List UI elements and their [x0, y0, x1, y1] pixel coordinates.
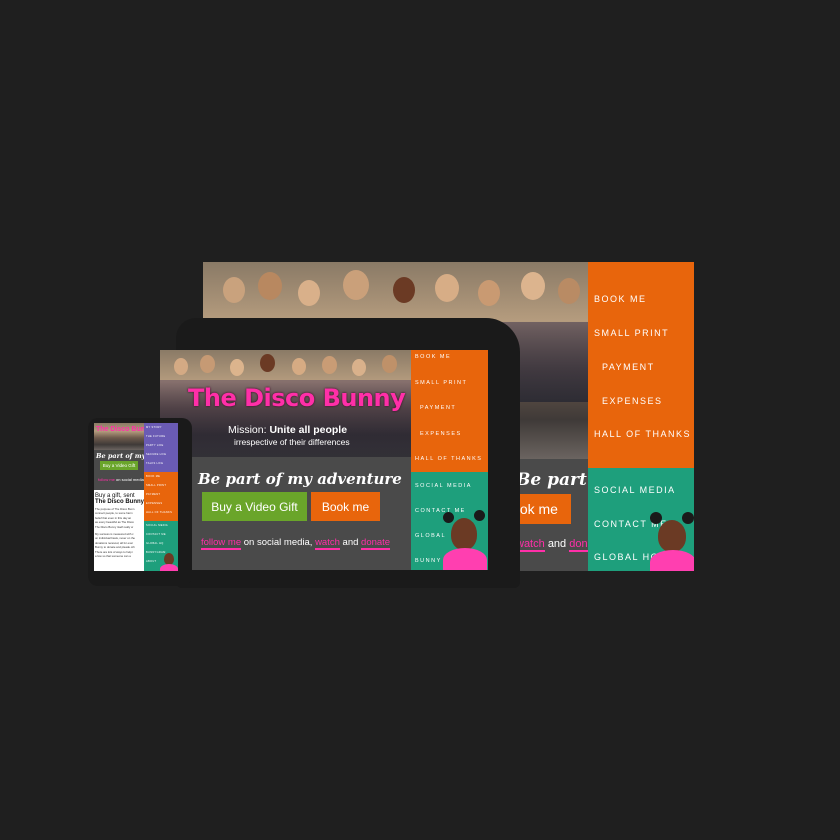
tablet-bunny-portrait — [441, 510, 488, 570]
desktop-menu-item-book-me[interactable]: BOOK ME — [594, 294, 647, 304]
mobile-menu-orange: BOOK ME SMALL PRINT PAYMENT EXPENSES HAL… — [144, 472, 178, 521]
mobile-menu-item[interactable]: HALL OF THANKS — [146, 511, 172, 514]
mobile-article-title-2: The Disco Bunny — [95, 499, 145, 505]
desktop-menu-item-payment[interactable]: PAYMENT — [602, 362, 655, 372]
mobile-menu-item[interactable]: TALKS LIFE — [146, 462, 163, 465]
mobile-menu-item[interactable]: BOOK ME — [146, 475, 160, 478]
mobile-menu-item[interactable]: EXPENSES — [146, 502, 162, 505]
tablet-headline: Be part of my adventure — [198, 470, 402, 488]
tablet-follow-me-link[interactable]: follow me — [201, 537, 242, 550]
tablet-menu-item-expenses[interactable]: EXPENSES — [420, 431, 462, 437]
tablet-video-gift-button[interactable]: Buy a Video Gift — [202, 492, 307, 521]
tablet-screen: The Disco Bunny Mission: Unite all peopl… — [160, 350, 488, 570]
desktop-menu-orange: BOOK ME SMALL PRINT PAYMENT EXPENSES HAL… — [588, 262, 694, 468]
mobile-article: Buy a gift, sent The Disco Bunny The pur… — [95, 493, 144, 571]
tablet-brand-logo: The Disco Bunny — [188, 384, 406, 412]
tablet-menu-item-hall-of-thanks[interactable]: HALL OF THANKS — [415, 456, 482, 462]
desktop-watch-link[interactable]: watch — [516, 538, 545, 552]
tablet-menu-orange: BOOK ME SMALL PRINT PAYMENT EXPENSES HAL… — [411, 350, 488, 472]
mobile-menu-item[interactable]: SECURE LIFE — [146, 453, 166, 456]
desktop-menu-green: SOCIAL MEDIA CONTACT ME GLOBAL HQ — [588, 468, 694, 571]
desktop-menu-item-hall-of-thanks[interactable]: HALL OF THANKS — [594, 429, 691, 439]
mobile-menu-item[interactable]: THE FUTURE — [146, 435, 165, 438]
tablet-book-me-label: Book me — [321, 499, 370, 514]
tablet-book-me-button[interactable]: Book me — [311, 492, 380, 521]
desktop-menu-item-expenses[interactable]: EXPENSES — [602, 396, 663, 406]
mobile-follow-links: follow me on social media, — [98, 477, 145, 482]
mobile-menu-item[interactable]: PARTY LIFE — [146, 444, 164, 447]
mobile-menu-item[interactable]: CONTACT ME — [146, 533, 166, 536]
tablet-menu-item-small-print[interactable]: SMALL PRINT — [415, 380, 467, 386]
mobile-menu-item[interactable]: PAYMENT — [146, 493, 160, 496]
mobile-menu-item[interactable]: GLOBAL HQ — [146, 542, 164, 545]
tablet-mission-line: Mission: Unite all people — [228, 424, 348, 436]
tablet-hero-photo: The Disco Bunny Mission: Unite all peopl… — [160, 350, 411, 457]
mobile-video-gift-button[interactable]: Buy a Video Gift — [100, 461, 138, 470]
mobile-menu-item[interactable]: SOCIAL MEDIA — [146, 524, 168, 527]
mobile-menu-purple: MY STORY THE FUTURE PARTY LIFE SECURE LI… — [144, 423, 178, 472]
tablet-watch-link[interactable]: watch — [315, 537, 340, 550]
mobile-cta-panel: Be part of my a Buy a Video Gift follow … — [94, 450, 152, 490]
mobile-follow-me-link[interactable]: follow me — [98, 477, 115, 482]
mobile-menu-item[interactable]: ABOUT — [146, 560, 156, 563]
mobile-hero-photo: The Disco Bunny — [94, 423, 144, 450]
desktop-menu-item-small-print[interactable]: SMALL PRINT — [594, 328, 669, 338]
tablet-mission-sub: irrespective of their differences — [234, 437, 350, 447]
mobile-menu-green: SOCIAL MEDIA CONTACT ME GLOBAL HQ BUNNYG… — [144, 521, 178, 571]
mobile-body-line: a few so that someone can a — [95, 554, 131, 559]
tablet-menu-item-book-me[interactable]: BOOK ME — [415, 354, 451, 360]
tablet-menu-item-payment[interactable]: PAYMENT — [420, 405, 456, 411]
tablet-menu-green: SOCIAL MEDIA CONTACT ME GLOBAL BUNNY — [411, 472, 488, 570]
tablet-follow-links: follow me on social media, watch and don… — [201, 537, 391, 550]
mobile-bunny-portrait — [160, 551, 178, 571]
mobile-menu-item[interactable]: MY STORY — [146, 426, 162, 429]
tablet-donate-link[interactable]: donate — [361, 537, 391, 550]
mobile-menu-item[interactable]: SMALL PRINT — [146, 484, 166, 487]
mobile-screen: The Disco Bunny Be part of my a Buy a Vi… — [94, 423, 178, 571]
desktop-menu-item-social-media[interactable]: SOCIAL MEDIA — [594, 485, 676, 495]
tablet-video-gift-label: Buy a Video Gift — [211, 499, 298, 514]
tablet-menu-item-bunny[interactable]: BUNNY — [415, 558, 442, 564]
tablet-menu-item-social-media[interactable]: SOCIAL MEDIA — [415, 483, 472, 489]
desktop-bunny-portrait — [648, 512, 694, 571]
